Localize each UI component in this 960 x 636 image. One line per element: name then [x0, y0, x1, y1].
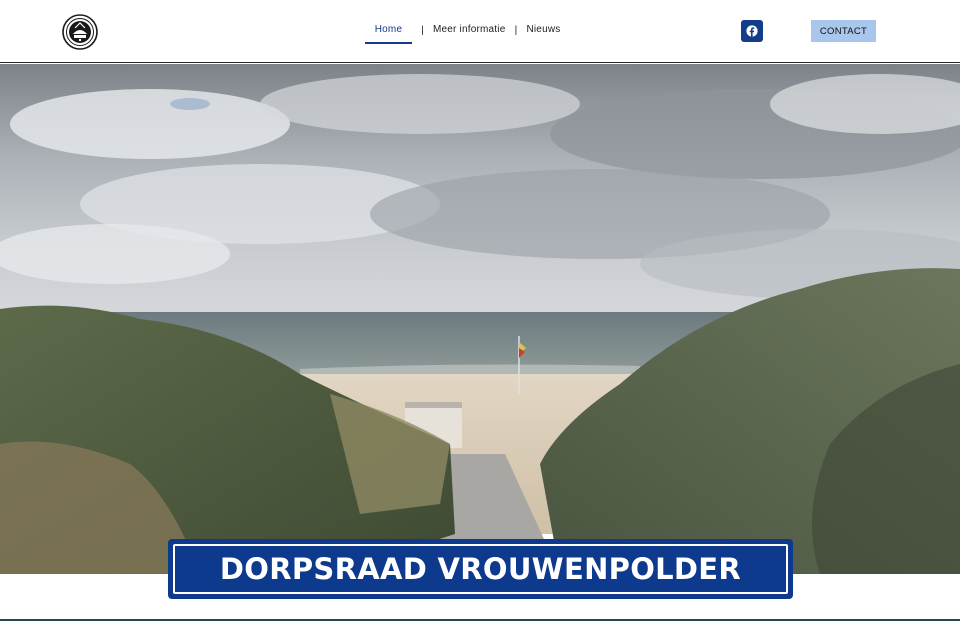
dorpsraad-logo-icon[interactable]: [62, 14, 98, 50]
site-title-banner: DORPSRAAD VROUWENPOLDER: [168, 539, 793, 599]
section-divider: [0, 619, 960, 621]
nav-nieuws-link[interactable]: Nieuws: [526, 22, 560, 44]
nav-separator: |: [421, 25, 424, 36]
site-header: Home | Meer informatie | Nieuws CONTACT: [0, 0, 960, 63]
facebook-icon[interactable]: [741, 20, 763, 42]
main-navigation: Home | Meer informatie | Nieuws: [365, 22, 560, 46]
nav-separator: |: [514, 25, 518, 36]
hero-image: [0, 64, 960, 574]
site-title: DORPSRAAD VROUWENPOLDER: [173, 544, 788, 594]
nav-home-link[interactable]: Home: [365, 22, 412, 44]
beach-dunes-photo: [0, 64, 960, 574]
contact-button[interactable]: CONTACT: [811, 20, 876, 42]
nav-meer-informatie-link[interactable]: Meer informatie: [433, 22, 505, 44]
